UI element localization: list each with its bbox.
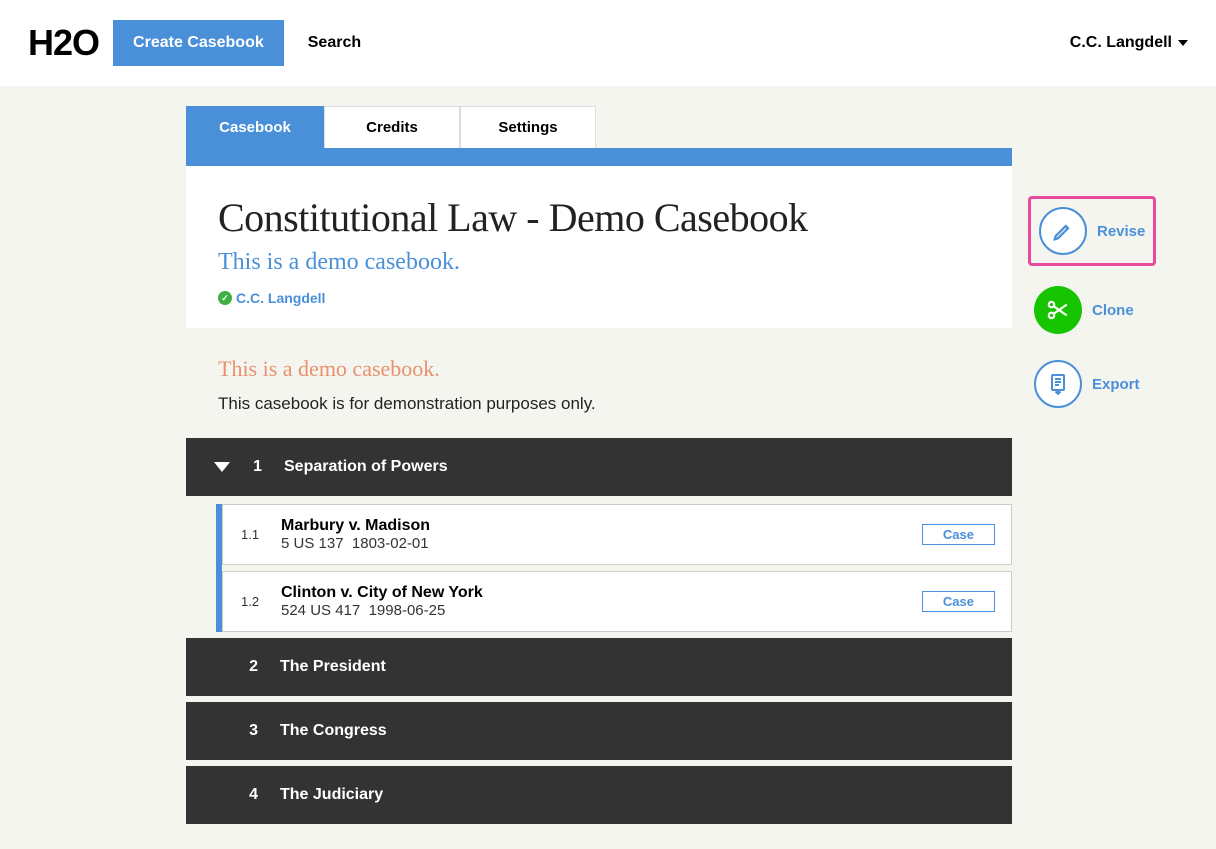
section-title: The President bbox=[280, 658, 386, 676]
case-item[interactable]: 1.2 Clinton v. City of New York 524 US 4… bbox=[222, 571, 1012, 632]
section-number: 1 bbox=[252, 458, 262, 476]
section-title: The Congress bbox=[280, 722, 387, 740]
tab-settings[interactable]: Settings bbox=[460, 106, 596, 148]
author-name: C.C. Langdell bbox=[236, 290, 325, 306]
description-text: This casebook is for demonstration purpo… bbox=[218, 394, 980, 414]
create-casebook-button[interactable]: Create Casebook bbox=[113, 20, 284, 66]
tabs: Casebook Credits Settings bbox=[186, 106, 596, 148]
section-header-3[interactable]: 3 The Congress bbox=[186, 702, 1012, 760]
action-label: Revise bbox=[1097, 223, 1145, 240]
case-type-badge: Case bbox=[922, 591, 995, 612]
search-link[interactable]: Search bbox=[308, 34, 361, 52]
section-header-4[interactable]: 4 The Judiciary bbox=[186, 766, 1012, 824]
page-subtitle: This is a demo casebook. bbox=[218, 249, 980, 276]
page-title: Constitutional Law - Demo Casebook bbox=[218, 194, 980, 241]
export-icon bbox=[1034, 360, 1082, 408]
section-number: 4 bbox=[248, 786, 258, 804]
tab-casebook[interactable]: Casebook bbox=[186, 106, 324, 148]
headnote: This is a demo casebook. bbox=[218, 356, 980, 382]
action-label: Export bbox=[1092, 376, 1140, 393]
topbar: H2O Create Casebook Search C.C. Langdell bbox=[0, 0, 1216, 86]
case-number: 1.1 bbox=[241, 527, 263, 542]
header-block: Constitutional Law - Demo Casebook This … bbox=[186, 148, 1012, 328]
pencil-icon bbox=[1039, 207, 1087, 255]
case-type-badge: Case bbox=[922, 524, 995, 545]
case-title: Marbury v. Madison bbox=[281, 517, 904, 535]
section-1-items: 1.1 Marbury v. Madison 5 US 137 1803-02-… bbox=[216, 504, 1012, 632]
action-label: Clone bbox=[1092, 302, 1134, 319]
chevron-down-icon bbox=[214, 462, 230, 472]
case-meta: 524 US 417 1998-06-25 bbox=[281, 602, 904, 619]
author-row[interactable]: ✓ C.C. Langdell bbox=[218, 290, 980, 306]
section-title: The Judiciary bbox=[280, 786, 383, 804]
verified-icon: ✓ bbox=[218, 291, 232, 305]
section-header-1[interactable]: 1 Separation of Powers bbox=[186, 438, 1012, 496]
case-number: 1.2 bbox=[241, 594, 263, 609]
revise-action[interactable]: Revise bbox=[1028, 196, 1156, 266]
case-item[interactable]: 1.1 Marbury v. Madison 5 US 137 1803-02-… bbox=[222, 504, 1012, 565]
section-number: 3 bbox=[248, 722, 258, 740]
case-meta: 5 US 137 1803-02-01 bbox=[281, 535, 904, 552]
user-menu[interactable]: C.C. Langdell bbox=[1070, 34, 1188, 52]
clone-action[interactable]: Clone bbox=[1028, 280, 1156, 340]
caret-down-icon bbox=[1178, 40, 1188, 46]
description-block: This is a demo casebook. This casebook i… bbox=[186, 328, 1012, 432]
action-rail: Revise Clone Export bbox=[1028, 196, 1156, 414]
export-action[interactable]: Export bbox=[1028, 354, 1156, 414]
logo: H2O bbox=[28, 22, 99, 64]
section-title: Separation of Powers bbox=[284, 458, 448, 476]
section-number: 2 bbox=[248, 658, 258, 676]
scissors-icon bbox=[1034, 286, 1082, 334]
case-title: Clinton v. City of New York bbox=[281, 584, 904, 602]
section-header-2[interactable]: 2 The President bbox=[186, 638, 1012, 696]
tab-credits[interactable]: Credits bbox=[324, 106, 460, 148]
user-name-label: C.C. Langdell bbox=[1070, 34, 1172, 52]
